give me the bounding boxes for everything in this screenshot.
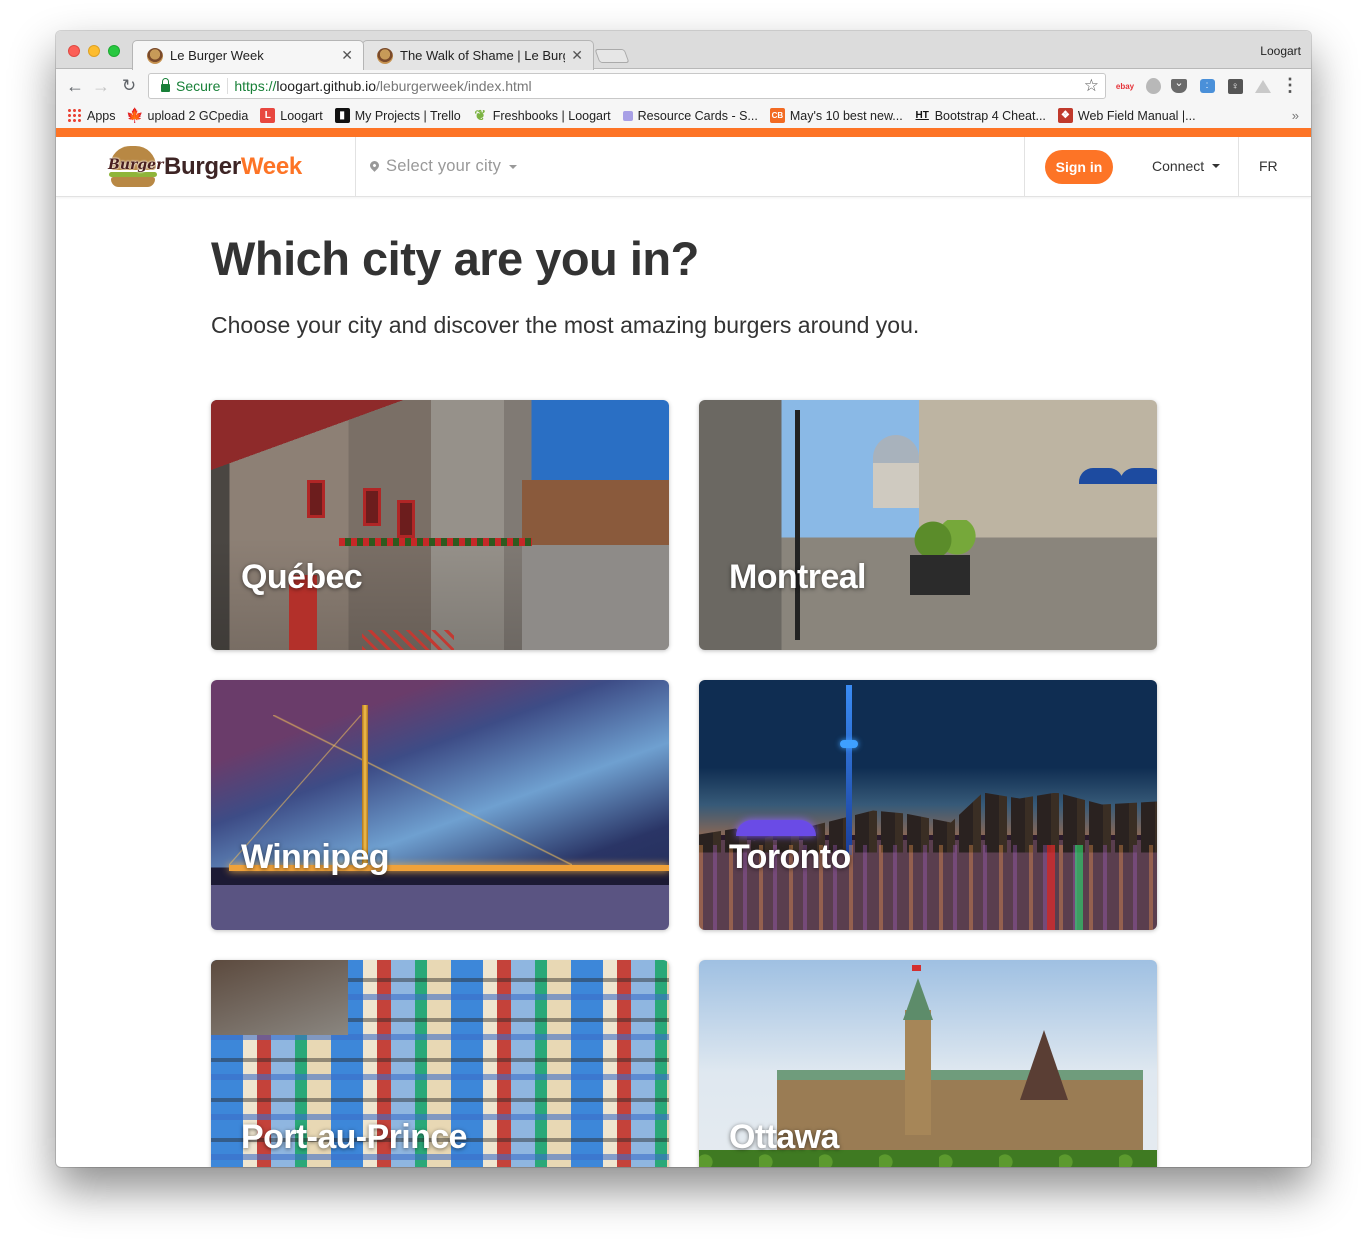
- bookmark-web-field-manual[interactable]: ❖ Web Field Manual |...: [1057, 108, 1196, 123]
- accent-bar: [56, 128, 1311, 137]
- bookmark-loogart[interactable]: L Loogart: [260, 108, 323, 123]
- tab-title: The Walk of Shame | Le Burger: [400, 48, 566, 63]
- nav-divider: [355, 137, 356, 197]
- browser-window: Le Burger Week ✕ The Walk of Shame | Le …: [56, 31, 1311, 1167]
- caret-down-icon: [1212, 164, 1221, 168]
- browser-tab[interactable]: The Walk of Shame | Le Burger ✕: [362, 40, 594, 70]
- profile-name[interactable]: Loogart: [1260, 44, 1301, 58]
- bookmark-label: My Projects | Trello: [354, 108, 461, 123]
- bookmark-freshbooks[interactable]: ❦ Freshbooks | Loogart: [473, 107, 611, 123]
- reload-icon[interactable]: ↻: [118, 75, 140, 97]
- url-scheme: https://: [234, 78, 277, 94]
- city-card-ottawa[interactable]: Ottawa: [699, 960, 1157, 1167]
- bubble-icon[interactable]: [1144, 77, 1162, 95]
- burger-favicon-icon: [377, 47, 393, 64]
- close-window-button[interactable]: [68, 45, 80, 57]
- bookmark-gcpedia[interactable]: 🍁 upload 2 GCpedia: [126, 107, 249, 123]
- city-select-label: Select your city: [386, 157, 502, 175]
- bookmark-label: Apps: [87, 108, 116, 123]
- browser-toolbar: ← → ↻ Secure https:// loogart.github.io …: [56, 69, 1311, 103]
- maple-leaf-icon: 🍁: [126, 107, 144, 123]
- city-name: Winnipeg: [241, 838, 389, 876]
- bookmark-bootstrap-cheatsheet[interactable]: HT Bootstrap 4 Cheat...: [915, 108, 1046, 123]
- page-title: Which city are you in?: [211, 232, 699, 285]
- tab-title: Le Burger Week: [170, 48, 264, 63]
- bookmark-label: Bootstrap 4 Cheat...: [934, 108, 1046, 123]
- bookmark-label: Resource Cards - S...: [637, 108, 758, 123]
- city-name: Québec: [241, 558, 363, 596]
- city-card-port-au-prince[interactable]: Port-au-Prince: [211, 960, 669, 1167]
- ebay-icon[interactable]: ebay: [1116, 77, 1134, 95]
- bookmark-label: Freshbooks | Loogart: [492, 108, 611, 123]
- logo-word-week: Week: [240, 153, 302, 180]
- logo-word-burger: Burger: [164, 153, 241, 180]
- map-pin-icon: [368, 159, 381, 172]
- bookmark-label: Web Field Manual |...: [1077, 108, 1196, 123]
- url-host: loogart.github.io: [276, 78, 377, 94]
- page-subtitle: Choose your city and discover the most a…: [211, 312, 920, 338]
- blue-extension-icon[interactable]: [1198, 77, 1216, 95]
- close-tab-icon[interactable]: ✕: [341, 47, 353, 64]
- tab-strip: Le Burger Week ✕ The Walk of Shame | Le …: [56, 31, 1311, 70]
- secure-label: Secure: [176, 78, 229, 94]
- bookmark-star-icon[interactable]: ☆: [1084, 76, 1099, 96]
- sign-in-button[interactable]: Sign in: [1045, 150, 1113, 184]
- city-select-dropdown[interactable]: Select your city: [368, 157, 518, 176]
- forward-arrow-icon[interactable]: →: [90, 75, 112, 97]
- drive-icon[interactable]: [1254, 77, 1272, 95]
- trello-icon: ▮: [334, 108, 350, 123]
- url-path: /leburgerweek/index.html: [376, 78, 532, 94]
- city-name: Montreal: [729, 558, 866, 596]
- web-field-manual-icon: ❖: [1057, 108, 1073, 123]
- new-tab-button[interactable]: [594, 49, 630, 63]
- caret-down-icon: [509, 164, 518, 169]
- connect-label: Connect: [1152, 158, 1205, 174]
- bulb-icon[interactable]: [1226, 77, 1244, 95]
- apps-grid-icon: [67, 108, 82, 123]
- bookmark-label: May's 10 best new...: [789, 108, 903, 123]
- burger-favicon-icon: [147, 47, 163, 64]
- minimize-window-button[interactable]: [88, 45, 100, 57]
- site-navbar: Burger BurgerWeek Select your city Sign …: [56, 137, 1311, 197]
- logo-script-text: Burger: [108, 157, 164, 173]
- language-toggle[interactable]: FR: [1259, 158, 1278, 174]
- city-name: Ottawa: [729, 1118, 839, 1156]
- bookmark-label: Loogart: [280, 108, 323, 123]
- address-bar[interactable]: Secure https:// loogart.github.io /lebur…: [148, 73, 1106, 99]
- city-name: Port-au-Prince: [241, 1118, 467, 1156]
- bookmark-label: upload 2 GCpedia: [147, 108, 249, 123]
- bookmark-mays-best[interactable]: CB May's 10 best new...: [769, 108, 903, 123]
- logo-wordmark: BurgerWeek: [164, 153, 302, 181]
- back-arrow-icon[interactable]: ←: [64, 75, 86, 97]
- bookmark-apps[interactable]: Apps: [67, 108, 116, 123]
- city-card-quebec[interactable]: Québec: [211, 400, 669, 650]
- bookmark-trello[interactable]: ▮ My Projects | Trello: [334, 108, 461, 123]
- leaf-icon: ❦: [474, 107, 487, 123]
- burger-logo-icon: Burger: [108, 146, 164, 188]
- zoom-window-button[interactable]: [108, 45, 120, 57]
- browser-menu-icon[interactable]: ⋮: [1281, 75, 1299, 95]
- pocket-icon[interactable]: [1170, 77, 1188, 95]
- nav-divider: [1238, 137, 1239, 197]
- bookmarks-overflow-button[interactable]: »: [1292, 108, 1299, 123]
- close-tab-icon[interactable]: ✕: [571, 47, 583, 64]
- site-logo[interactable]: Burger BurgerWeek: [108, 146, 302, 188]
- city-card-winnipeg[interactable]: Winnipeg: [211, 680, 669, 930]
- cb-icon: CB: [769, 108, 785, 123]
- ht-icon: HT: [915, 110, 929, 121]
- city-name: Toronto: [729, 838, 851, 876]
- city-card-toronto[interactable]: Toronto: [699, 680, 1157, 930]
- nav-divider: [1024, 137, 1025, 197]
- loogart-icon: L: [260, 108, 276, 123]
- resource-cards-icon: [622, 110, 633, 121]
- connect-dropdown[interactable]: Connect: [1152, 158, 1221, 174]
- bookmark-resource-cards[interactable]: Resource Cards - S...: [622, 108, 758, 123]
- lock-icon: [161, 78, 170, 92]
- city-card-montreal[interactable]: Montreal: [699, 400, 1157, 650]
- bookmarks-bar: Apps 🍁 upload 2 GCpedia L Loogart ▮ My P…: [56, 103, 1311, 128]
- browser-tab-active[interactable]: Le Burger Week ✕: [132, 40, 364, 70]
